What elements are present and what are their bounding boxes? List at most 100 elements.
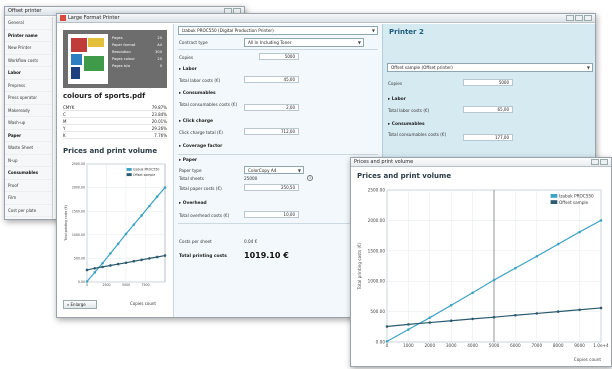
meta-key: Pages colour: [112, 57, 135, 61]
info-icon[interactable]: i: [307, 175, 313, 181]
data-point: [556, 310, 560, 313]
meta-value: 20: [157, 57, 162, 61]
document-pane: Pages 20 Paper format A4 Resolution 300 Pages …: [57, 24, 173, 317]
sidebar-item[interactable]: Workflow costs: [5, 55, 52, 67]
data-point: [101, 261, 104, 265]
copies-label: Copies: [179, 55, 194, 60]
data-point: [132, 259, 136, 263]
sidebar-item[interactable]: Ink: [5, 217, 52, 219]
legend-label: Offset sample: [559, 200, 589, 205]
x-tick-label: 0: [86, 283, 88, 287]
legend-label: Izabuk PROC550: [559, 194, 594, 199]
data-point: [140, 214, 143, 217]
x-tick-label: 3000: [446, 343, 457, 348]
data-point: [385, 340, 389, 343]
sidebar-item[interactable]: Proof: [5, 180, 52, 192]
sidebar-item[interactable]: Press operator: [5, 92, 52, 105]
total-consumables-value: 2,00: [244, 104, 299, 111]
printer2-total-consumables-value: 177,00: [463, 134, 513, 141]
data-point: [428, 316, 432, 319]
sidebar-item[interactable]: Printer name: [5, 30, 52, 42]
color-value: 23.84%: [151, 112, 167, 117]
printer2-selector[interactable]: Offset sample (Offset printer) ▼: [387, 63, 593, 72]
data-point: [492, 278, 496, 282]
sidebar-item[interactable]: Paper: [5, 130, 52, 142]
meta-value: 20: [157, 36, 162, 40]
printer2-labor-section[interactable]: ▸ Labor: [388, 97, 406, 102]
maximize-icon[interactable]: [591, 159, 599, 165]
total-labor-value: 45,00: [244, 76, 299, 83]
chevron-down-icon: ▼: [371, 28, 375, 33]
total-overhead-value: 10,00: [244, 211, 299, 218]
paper-type-select[interactable]: ColorCopy A4 ▼: [244, 166, 304, 174]
paper-section[interactable]: ▸ Paper: [179, 158, 197, 163]
coverage-factor-section[interactable]: ▸ Coverage factor: [179, 144, 222, 149]
y-axis-label: Total printing costs (€): [64, 205, 68, 242]
y-tick-label: 0.00: [376, 339, 386, 344]
magnify-icon: ⌕: [67, 302, 70, 307]
y-tick-label: 1500.00: [72, 209, 85, 213]
sidebar-item[interactable]: N-up: [5, 155, 52, 167]
y-tick-label: 1000.00: [368, 279, 386, 284]
minimize-icon[interactable]: [566, 15, 574, 21]
color-value: 79.87%: [151, 105, 167, 110]
overhead-section[interactable]: ▸ Overhead: [179, 201, 207, 206]
data-point: [93, 267, 97, 270]
data-point: [428, 321, 432, 324]
sidebar-item[interactable]: Makeready: [5, 105, 52, 117]
printer2-copies-label: Copies: [388, 81, 403, 86]
click-charge-section[interactable]: ▸ Click charge: [179, 119, 213, 124]
labor-section[interactable]: ▸ Labor: [179, 67, 197, 72]
close-icon[interactable]: [584, 15, 592, 21]
maximize-icon[interactable]: [575, 15, 583, 21]
document-meta-row: Pages b/w 0: [112, 64, 162, 70]
printer2-copies-input[interactable]: 5000: [463, 79, 513, 86]
data-point: [155, 195, 159, 198]
total-printing-value: 1019.10 €: [244, 251, 289, 260]
document-thumbnail: [68, 34, 108, 84]
meta-value: 0: [159, 64, 162, 68]
document-meta-row: Paper format A4: [112, 43, 162, 49]
x-tick-label: 1.0e+4: [593, 343, 609, 348]
cost-per-sheet-value: 0.04 €: [244, 239, 258, 244]
main-window-title: Large Format Printer: [57, 14, 595, 23]
sidebar-item[interactable]: Cost per plate: [5, 205, 52, 217]
sidebar-item[interactable]: Waste Sheet: [5, 142, 52, 155]
sidebar-item[interactable]: Wash-up: [5, 117, 52, 130]
chevron-down-icon: ▼: [297, 168, 301, 173]
sidebar-item[interactable]: Consumables: [5, 167, 52, 180]
sidebar-item[interactable]: Film: [5, 192, 52, 205]
data-point: [556, 242, 560, 246]
sidebar-item[interactable]: General: [5, 17, 52, 30]
data-point: [535, 312, 539, 315]
x-tick-label: 5000: [489, 343, 500, 348]
document-filename: colours of sports.pdf: [63, 92, 146, 100]
color-row: C 23.84%: [63, 111, 167, 118]
y-axis-label: Total printing costs (€): [357, 242, 362, 290]
y-tick-label: 2000.00: [368, 218, 386, 223]
sidebar-item[interactable]: New Printer: [5, 42, 52, 55]
data-point: [163, 254, 167, 257]
close-icon[interactable]: [600, 159, 608, 165]
y-tick-label: 500.00: [370, 309, 385, 314]
sidebar-item[interactable]: Prepress: [5, 80, 52, 92]
sidebar-item[interactable]: Labor: [5, 67, 52, 80]
meta-key: Resolution: [112, 50, 131, 54]
click-charge-total-value: 712,00: [244, 128, 299, 135]
data-point: [407, 328, 410, 331]
total-printing-label: Total printing costs: [179, 254, 227, 259]
x-tick-label: 4000: [467, 343, 478, 348]
consumables-section[interactable]: ▸ Consumables: [179, 91, 216, 96]
chart-title: Prices and print volume: [357, 172, 452, 180]
y-tick-label: 0.00: [78, 280, 85, 284]
printer2-title: Printer 2: [389, 28, 424, 36]
document-meta-row: Pages colour 20: [112, 57, 162, 63]
contract-type-select[interactable]: All In Including Toner ▼: [244, 38, 364, 47]
printer1-selector[interactable]: Izabuk PROC550 (Digital Production Print…: [178, 26, 378, 35]
data-point: [93, 271, 97, 274]
data-point: [514, 266, 517, 270]
enlarge-button[interactable]: ⌕ Enlarge: [63, 300, 97, 309]
copies-input[interactable]: 5000: [259, 53, 299, 60]
small-chart-xlabel: Copies count: [130, 301, 156, 306]
printer2-consumables-section[interactable]: ▸ Consumables: [388, 122, 425, 127]
